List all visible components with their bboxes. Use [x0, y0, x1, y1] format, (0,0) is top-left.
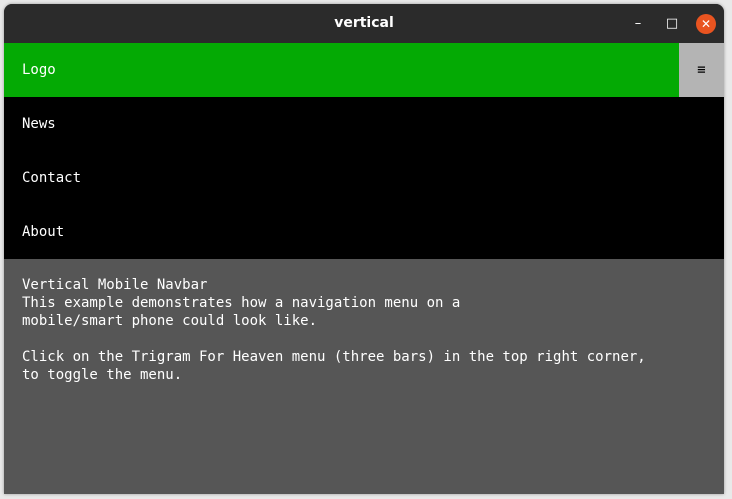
nav-link-contact[interactable]: Contact — [4, 151, 724, 205]
title-bar: vertical – □ ✕ — [4, 4, 724, 43]
paragraph-line: Click on the Trigram For Heaven menu (th… — [22, 349, 646, 365]
nav-link-label: About — [22, 224, 65, 240]
logo-label: Logo — [22, 62, 56, 78]
maximize-icon[interactable]: □ — [662, 14, 682, 34]
window-title: vertical — [334, 15, 394, 31]
nav-link-about[interactable]: About — [4, 205, 724, 259]
page-heading: Vertical Mobile Navbar — [22, 277, 208, 293]
hamburger-menu-icon[interactable]: ≡ — [679, 43, 724, 97]
nav-link-label: Contact — [22, 170, 82, 186]
paragraph-line: to toggle the menu. — [22, 367, 183, 383]
page-content: Vertical Mobile Navbar This example demo… — [4, 259, 724, 401]
close-icon[interactable]: ✕ — [696, 14, 716, 34]
nav-logo-link[interactable]: Logo ≡ — [4, 43, 724, 97]
minimize-icon[interactable]: – — [628, 14, 648, 34]
paragraph-line: mobile/smart phone could look like. — [22, 313, 318, 329]
paragraph-line: This example demonstrates how a navigati… — [22, 295, 461, 311]
app-window: vertical – □ ✕ Logo ≡ News Contact About… — [4, 4, 724, 494]
nav-link-label: News — [22, 116, 56, 132]
nav-link-news[interactable]: News — [4, 97, 724, 151]
mobile-navbar: Logo ≡ News Contact About — [4, 43, 724, 259]
